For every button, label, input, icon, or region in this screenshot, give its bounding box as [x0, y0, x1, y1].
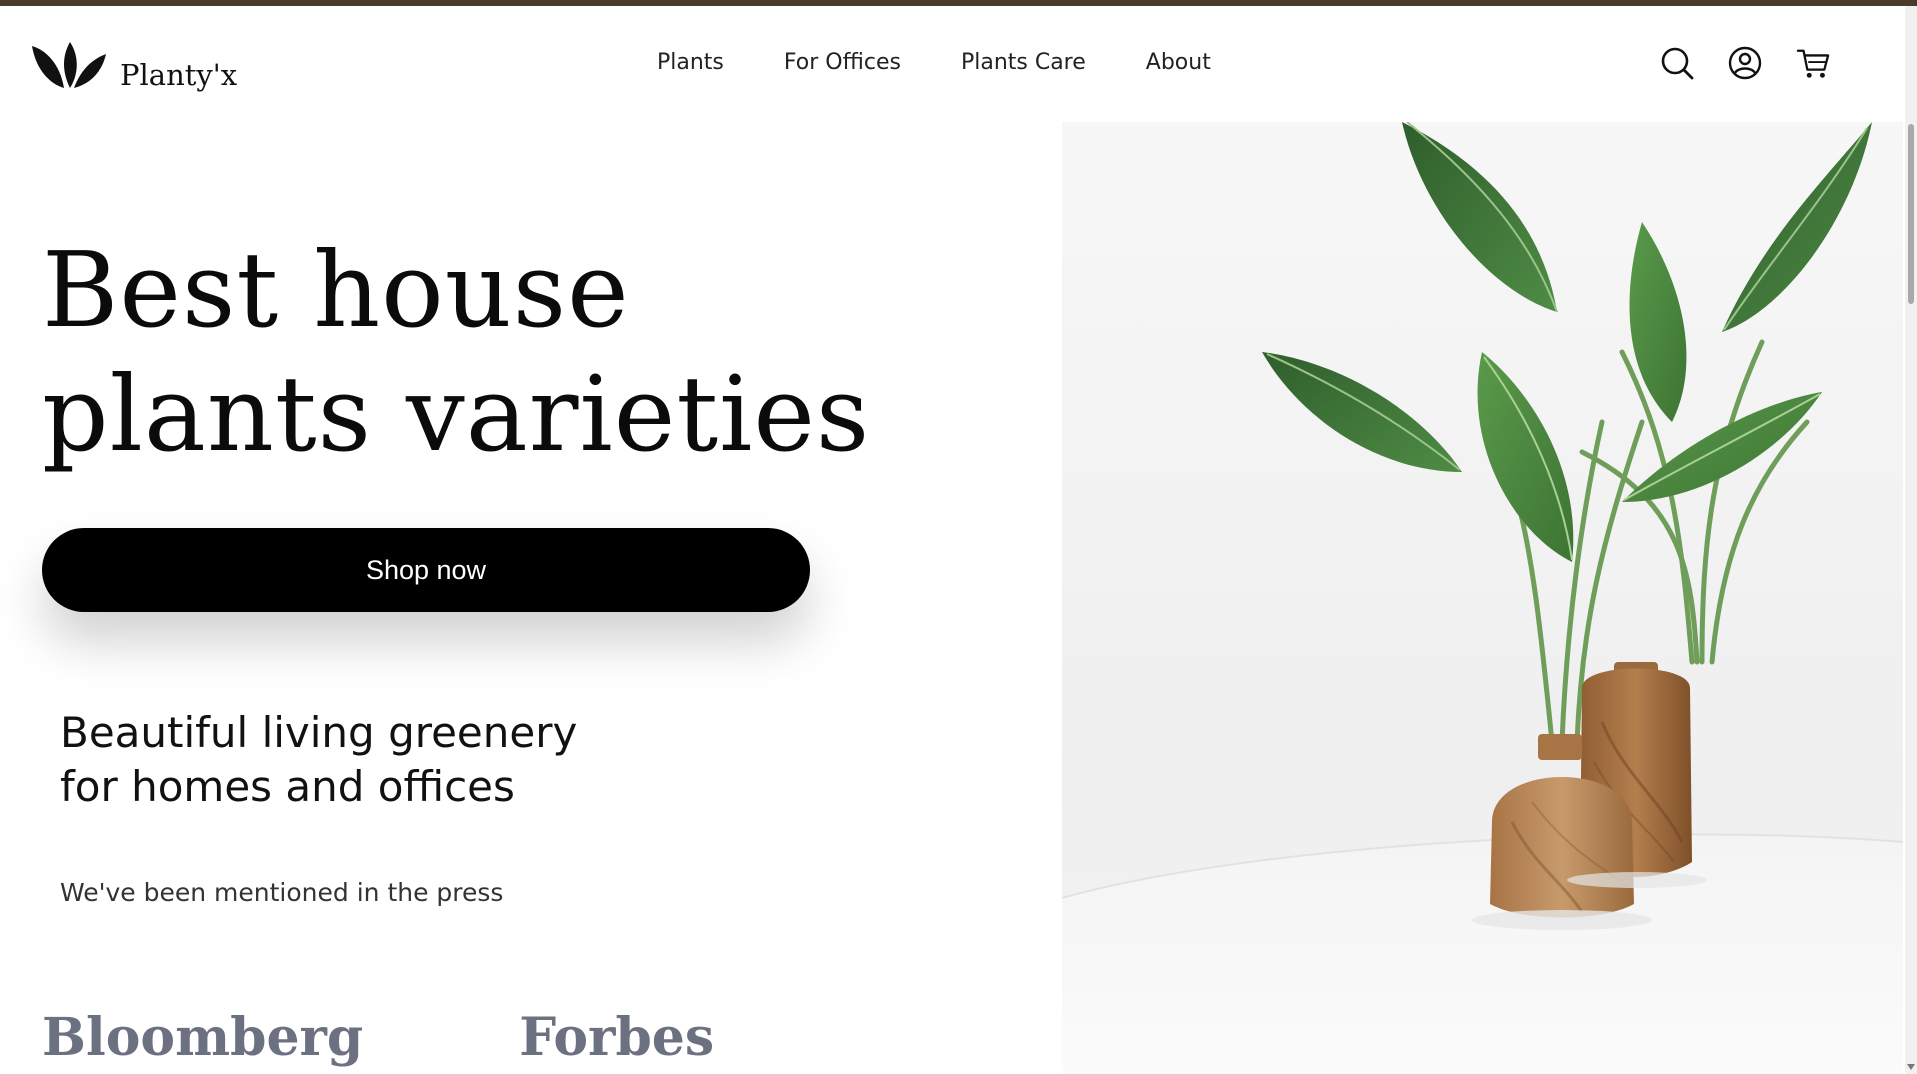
hero-tagline: Beautiful living greenery for homes and …: [60, 706, 660, 814]
shop-now-button[interactable]: Shop now: [42, 528, 810, 612]
brand-name: Planty'x: [120, 58, 238, 92]
scroll-down-arrow-icon[interactable]: [1907, 1064, 1915, 1070]
plant-vases-illustration: [1062, 122, 1903, 1074]
header-actions: [1660, 46, 1830, 80]
nav-item-plants-care[interactable]: Plants Care: [961, 50, 1086, 75]
search-button[interactable]: [1660, 46, 1694, 80]
brand-logo[interactable]: Planty'x: [30, 42, 237, 92]
leaf-logo-icon: [32, 42, 106, 88]
account-icon: [1728, 46, 1762, 80]
hero-title-line-2: plants varieties: [42, 353, 871, 475]
page-scrollbar[interactable]: [1905, 6, 1917, 1074]
nav-item-about[interactable]: About: [1146, 50, 1211, 75]
hero-title: Best house plants varieties: [42, 228, 942, 476]
nav-item-for-offices[interactable]: For Offices: [784, 50, 901, 75]
tagline-line-2: for homes and offices: [60, 762, 515, 811]
press-logo-bloomberg: Bloomberg: [42, 1007, 364, 1068]
press-logos: Bloomberg Forbes: [42, 1012, 714, 1064]
main-nav: Plants For Offices Plants Care About: [657, 50, 1211, 75]
hero-plant-image: [1062, 122, 1903, 1074]
press-mention-note: We've been mentioned in the press: [60, 878, 504, 907]
cart-button[interactable]: [1796, 46, 1830, 80]
nav-item-plants[interactable]: Plants: [657, 50, 724, 75]
press-logo-forbes: Forbes: [519, 1007, 715, 1068]
search-icon: [1661, 47, 1694, 80]
cart-icon: [1796, 49, 1830, 78]
scrollbar-thumb[interactable]: [1908, 124, 1914, 304]
tagline-line-1: Beautiful living greenery: [60, 708, 578, 757]
page: Planty'x Plants For Offices Plants Care …: [0, 6, 1905, 1074]
hero-title-line-1: Best house: [42, 229, 630, 351]
account-button[interactable]: [1728, 46, 1762, 80]
